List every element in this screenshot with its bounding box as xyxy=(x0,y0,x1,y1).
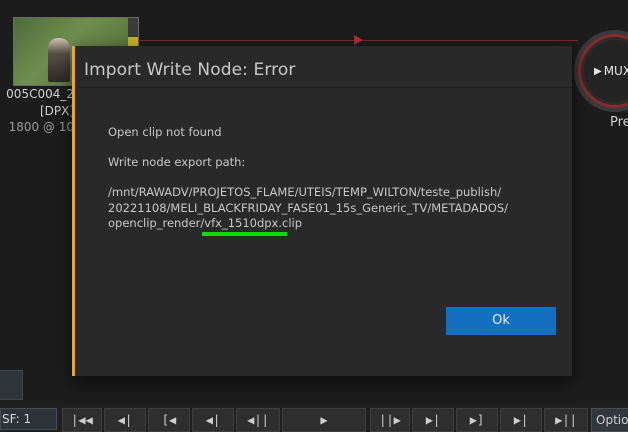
mux-node-inner: ▶ MUX xyxy=(584,40,628,102)
path-line-2: 20221108/MELI_BLACKFRIDAY_FASE01_15s_Gen… xyxy=(108,201,508,215)
pre-node-label: Pre xyxy=(610,115,628,130)
path-line-1: /mnt/RAWADV/PROJETOS_FLAME/UTEIS/TEMP_WI… xyxy=(108,185,502,199)
node-link-arrow-icon xyxy=(354,35,363,45)
go-to-out-point-button[interactable]: ▶] xyxy=(456,408,498,432)
previous-keyframe-button[interactable]: ◀| xyxy=(104,408,146,432)
dialog-title: Import Write Node: Error xyxy=(84,60,296,80)
go-to-end-button[interactable]: ▶|| xyxy=(544,408,588,432)
step-forward-frame-button[interactable]: ||▶ xyxy=(370,408,410,432)
dialog-accent-bar xyxy=(72,46,75,376)
step-forward-keyframe-button[interactable]: ▶| xyxy=(500,408,542,432)
clip-node-format: [DPX] xyxy=(39,104,74,118)
ok-button[interactable]: Ok xyxy=(446,307,556,335)
filename-highlight-underline xyxy=(202,232,287,236)
clip-node-resolution: 1800 @ 10 xyxy=(8,120,74,134)
step-back-keyframe-button[interactable]: ◀| xyxy=(192,408,234,432)
side-panel-button[interactable] xyxy=(0,370,23,400)
next-keyframe-button[interactable]: ▶| xyxy=(412,408,454,432)
path-line-3: openclip_render/vfx_1510dpx.clip xyxy=(108,216,303,230)
clip-node-name: 005C004_2 xyxy=(6,87,74,101)
step-back-frame-button[interactable]: ◀|| xyxy=(236,408,280,432)
options-button[interactable]: Option xyxy=(591,408,628,432)
play-button[interactable]: ▶ xyxy=(282,408,366,432)
go-to-in-point-button[interactable]: [◀ xyxy=(148,408,190,432)
path-label: Write node export path: xyxy=(108,155,246,169)
error-message: Open clip not found xyxy=(108,125,222,139)
dialog-divider xyxy=(78,87,572,88)
mux-node[interactable]: ▶ MUX xyxy=(574,30,628,112)
go-to-start-button[interactable]: |◀◀ xyxy=(62,408,102,432)
error-dialog: Import Write Node: Error Open clip not f… xyxy=(72,46,572,376)
play-icon: ▶ xyxy=(594,65,602,77)
thumbnail-person xyxy=(48,38,70,82)
sf-field[interactable]: SF: 1 xyxy=(0,408,57,430)
mux-label: MUX xyxy=(603,64,628,78)
